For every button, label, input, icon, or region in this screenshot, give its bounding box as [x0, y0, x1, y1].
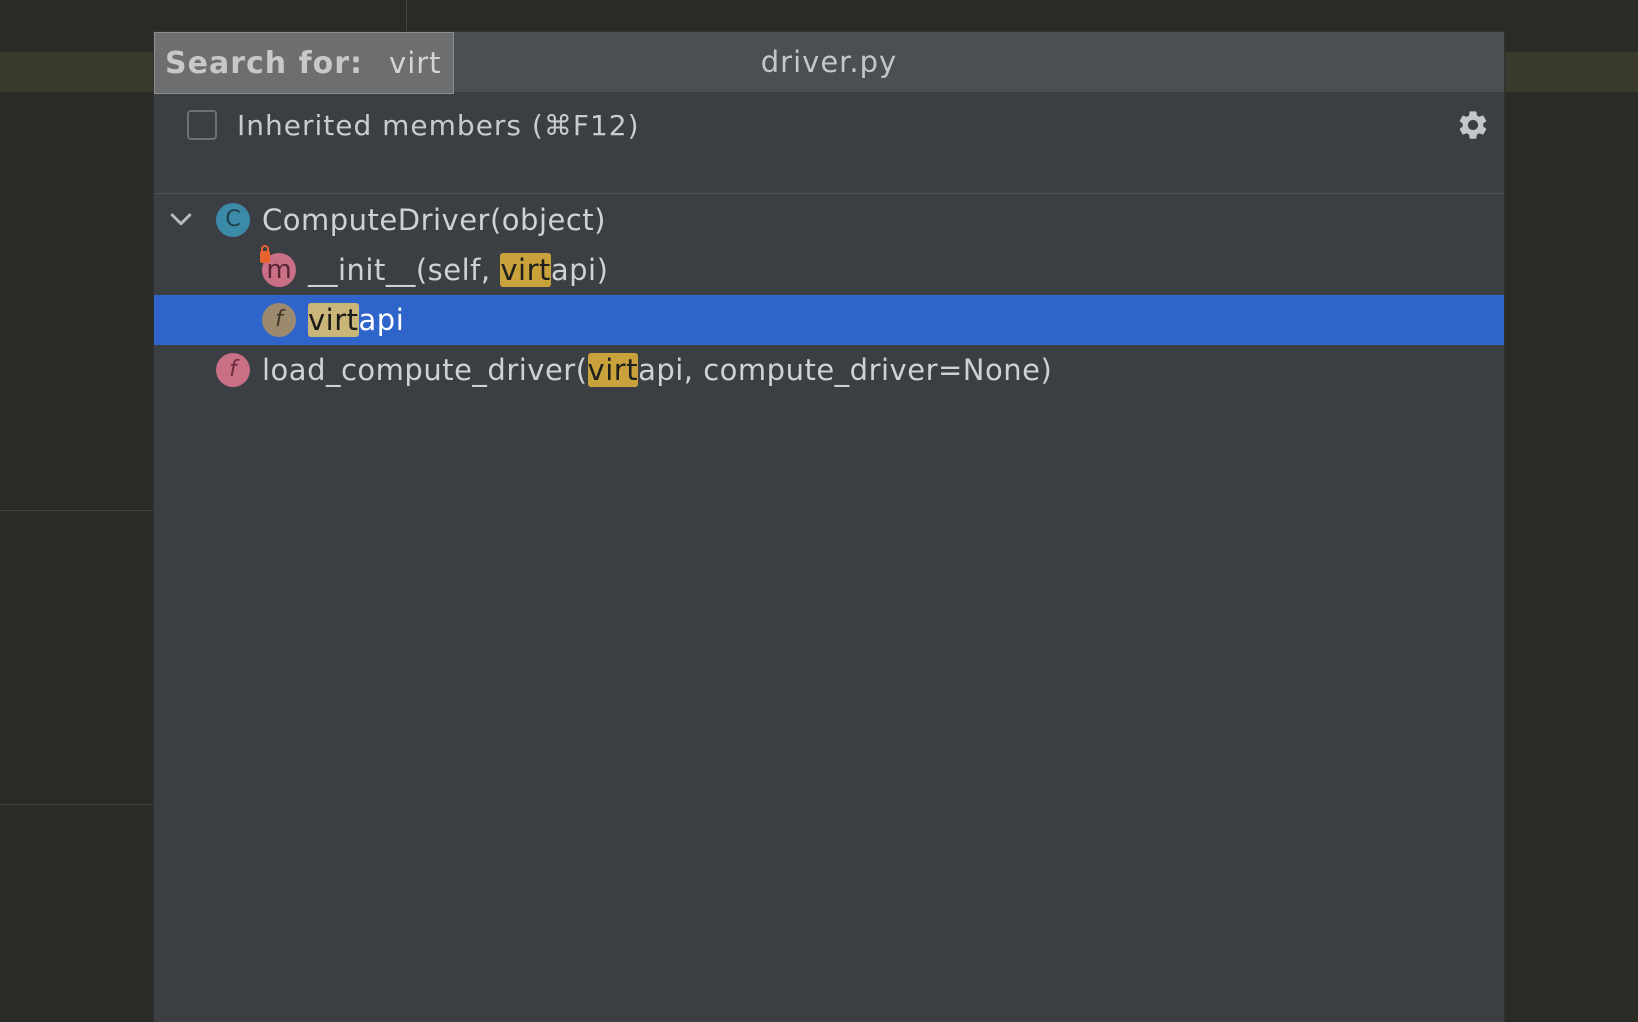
chevron-down-icon[interactable] [166, 205, 196, 235]
lock-icon [260, 245, 270, 263]
editor-current-line-highlight-left [0, 52, 155, 92]
options-row: Inherited members (⌘F12) [154, 92, 1504, 194]
tree-row-method[interactable]: m __init__(self, virtapi) [154, 245, 1504, 295]
gear-icon[interactable] [1456, 108, 1490, 142]
function-signature: load_compute_driver(virtapi, compute_dri… [262, 352, 1052, 388]
function-icon: f [216, 353, 250, 387]
editor-panel-separator [0, 804, 155, 805]
tree-row-class[interactable]: C ComputeDriver(object) [154, 195, 1504, 245]
file-structure-popup: Search for: virt driver.py Inherited mem… [154, 32, 1504, 1022]
search-match-highlight: virt [587, 353, 639, 387]
function-name-suffix: api, compute_driver=None) [638, 353, 1053, 387]
search-match-highlight: virt [308, 303, 359, 337]
inherited-members-label[interactable]: Inherited members (⌘F12) [237, 108, 640, 144]
tree-row-field[interactable]: f virtapi [154, 295, 1504, 345]
structure-tree: C ComputeDriver(object) m __init__(self,… [154, 195, 1504, 395]
field-icon: f [262, 303, 296, 337]
search-box[interactable]: Search for: virt [154, 32, 454, 94]
method-name-suffix: api) [550, 253, 609, 287]
editor-current-line-highlight-right [1504, 52, 1638, 92]
class-icon: C [216, 203, 250, 237]
function-name-prefix: load_compute_driver( [262, 353, 588, 387]
field-name: virtapi [308, 302, 404, 338]
search-input[interactable]: virt [389, 46, 442, 80]
editor-panel-separator [0, 510, 155, 511]
class-name: ComputeDriver(object) [262, 203, 606, 237]
search-label: Search for: [165, 45, 364, 81]
method-signature: __init__(self, virtapi) [308, 252, 608, 288]
search-match-highlight: virt [500, 253, 551, 287]
inherited-members-checkbox[interactable] [187, 110, 217, 140]
popup-header: Search for: virt driver.py [154, 32, 1504, 94]
field-name-suffix: api [358, 303, 405, 337]
tree-row-function[interactable]: f load_compute_driver(virtapi, compute_d… [154, 345, 1504, 395]
popup-title: driver.py [760, 45, 898, 79]
method-name-prefix: __init__(self, [308, 253, 501, 287]
